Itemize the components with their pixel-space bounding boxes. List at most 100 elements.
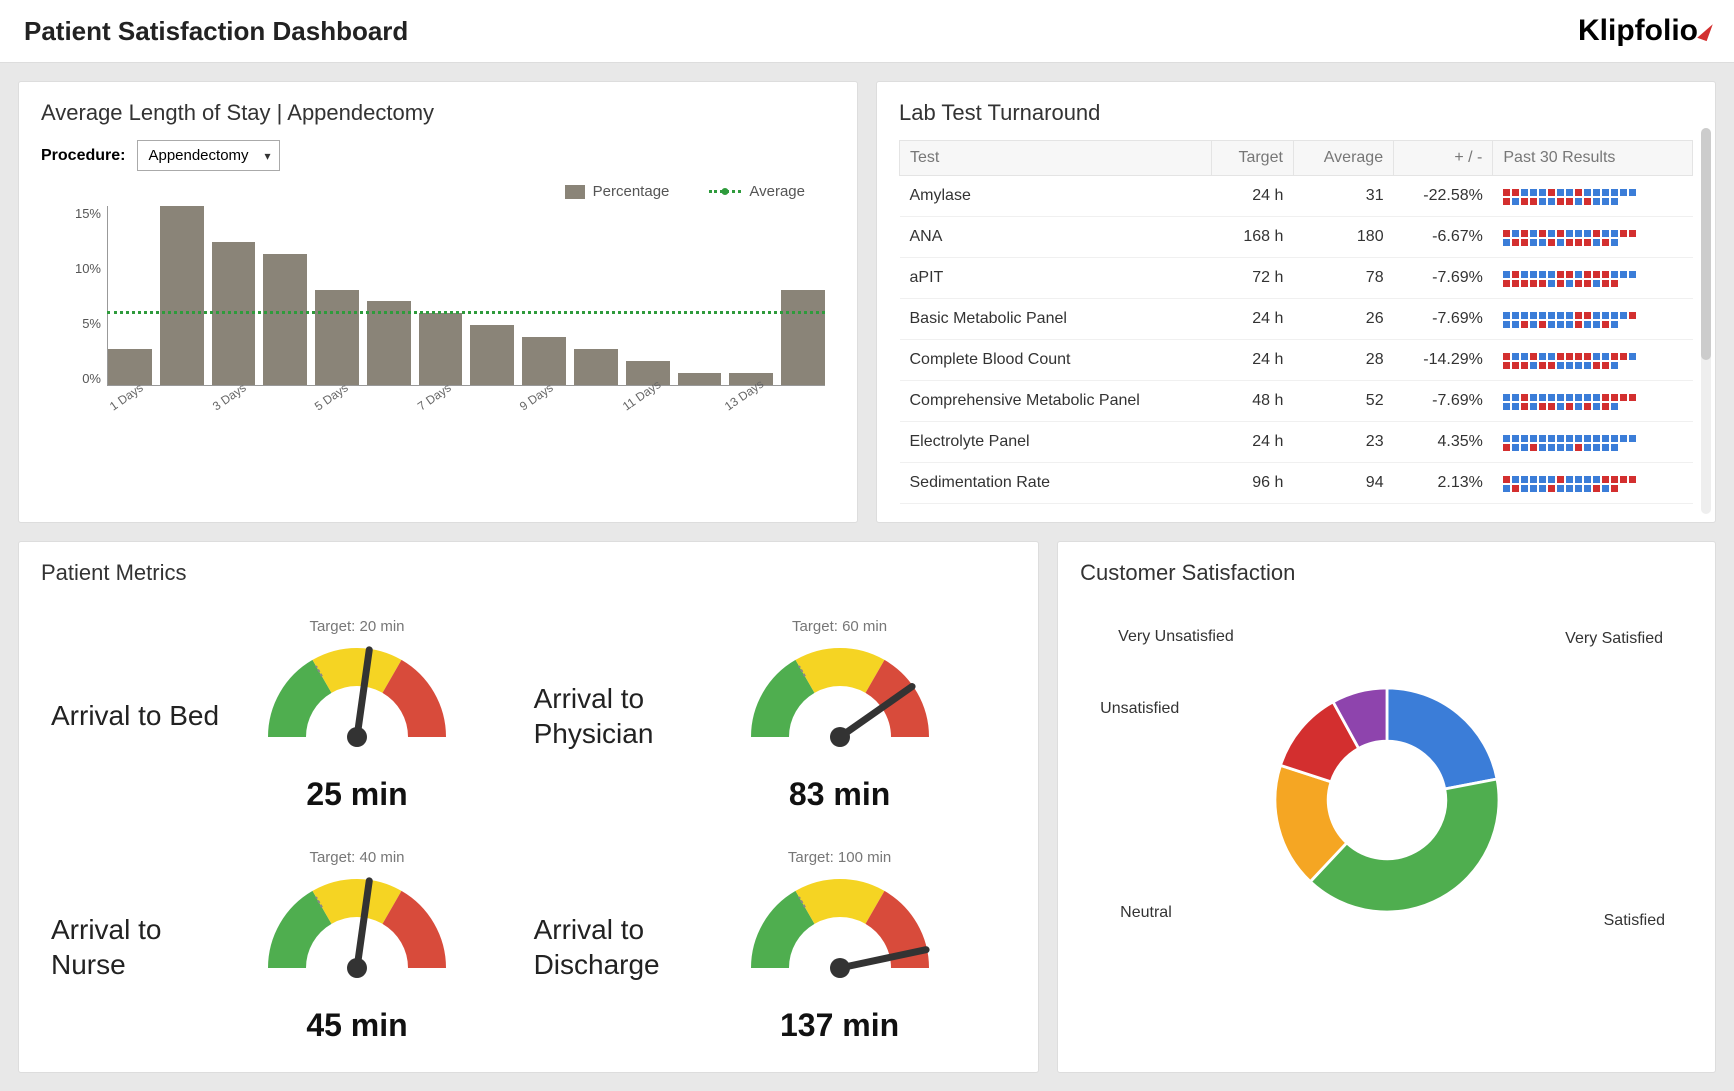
cell-test: Amylase	[900, 176, 1212, 217]
bar	[263, 254, 307, 385]
label-very-unsatisfied: Very Unsatisfied	[1118, 628, 1234, 646]
col-target: Target	[1212, 141, 1294, 176]
cell-target: 24 h	[1212, 340, 1294, 381]
table-row: Sedimentation Rate 96 h 94 2.13%	[900, 463, 1693, 504]
cell-test: Comprehensive Metabolic Panel	[900, 381, 1212, 422]
bar	[160, 206, 204, 385]
cell-test: Sedimentation Rate	[900, 463, 1212, 504]
bar	[315, 290, 359, 385]
card-patient-metrics: Patient Metrics Arrival to Bed Target: 2…	[18, 541, 1039, 1073]
gauge: Arrival to Nurse Target: 40 min 45 min	[51, 849, 524, 1044]
cell-delta: 4.35%	[1394, 422, 1493, 463]
legend-average: Average	[709, 183, 805, 200]
brand-logo: Klipfolio	[1578, 14, 1710, 48]
donut-wrap: Very Unsatisfied Very Satisfied Unsatisf…	[1080, 600, 1693, 1000]
y-axis: 15%10%5%0%	[51, 206, 101, 386]
gauge-target: Target: 100 min	[730, 849, 950, 866]
gauge-icon	[247, 868, 467, 998]
cell-avg: 31	[1293, 176, 1393, 217]
cell-test: ANA	[900, 217, 1212, 258]
gauge-value: 137 min	[730, 1007, 950, 1044]
gauge-icon	[247, 637, 467, 767]
bar	[781, 290, 825, 385]
gauge-label: Arrival to Physician	[534, 681, 724, 751]
label-neutral: Neutral	[1120, 904, 1172, 922]
card-title: Customer Satisfaction	[1080, 560, 1693, 586]
table-row: Electrolyte Panel 24 h 23 4.35%	[900, 422, 1693, 463]
cell-delta: -6.67%	[1394, 217, 1493, 258]
table-row: aPIT 72 h 78 -7.69%	[900, 258, 1693, 299]
card-length-of-stay: Average Length of Stay | Appendectomy Pr…	[18, 81, 858, 523]
card-title: Lab Test Turnaround	[899, 100, 1693, 126]
cell-delta: 2.13%	[1394, 463, 1493, 504]
card-customer-satisfaction: Customer Satisfaction Very Unsatisfied V…	[1057, 541, 1716, 1073]
average-line	[107, 311, 825, 314]
gauge-icon	[730, 868, 950, 998]
gauge-target: Target: 60 min	[730, 618, 950, 635]
cell-delta: -7.69%	[1394, 299, 1493, 340]
cell-test: Electrolyte Panel	[900, 422, 1212, 463]
cell-avg: 78	[1293, 258, 1393, 299]
gauge-value: 45 min	[247, 1007, 467, 1044]
cell-avg: 28	[1293, 340, 1393, 381]
card-title: Patient Metrics	[41, 560, 1016, 586]
cell-spark	[1493, 258, 1693, 299]
brand-triangle-icon	[1697, 21, 1713, 41]
label-very-satisfied: Very Satisfied	[1565, 630, 1663, 648]
table-scrollbar[interactable]	[1701, 128, 1711, 514]
cell-avg: 52	[1293, 381, 1393, 422]
gauges-grid: Arrival to Bed Target: 20 min 25 min Arr…	[41, 600, 1016, 1054]
cell-target: 72 h	[1212, 258, 1294, 299]
legend-percentage: Percentage	[565, 183, 670, 200]
gauge-label: Arrival to Bed	[51, 698, 241, 733]
page-title: Patient Satisfaction Dashboard	[24, 16, 408, 47]
cell-spark	[1493, 463, 1693, 504]
table-row: Amylase 24 h 31 -22.58%	[900, 176, 1693, 217]
label-unsatisfied: Unsatisfied	[1100, 700, 1179, 718]
gauge-icon	[730, 637, 950, 767]
cell-spark	[1493, 217, 1693, 258]
procedure-select[interactable]: Appendectomy	[137, 140, 279, 171]
cell-delta: -7.69%	[1394, 258, 1493, 299]
table-row: Basic Metabolic Panel 24 h 26 -7.69%	[900, 299, 1693, 340]
cell-delta: -7.69%	[1394, 381, 1493, 422]
cell-test: aPIT	[900, 258, 1212, 299]
cell-delta: -14.29%	[1394, 340, 1493, 381]
label-satisfied: Satisfied	[1604, 912, 1665, 930]
col-spark: Past 30 Results	[1493, 141, 1693, 176]
row-two: Patient Metrics Arrival to Bed Target: 2…	[18, 541, 1716, 1073]
bar-chart: 15%10%5%0% 1 Days3 Days5 Days7 Days9 Day…	[51, 206, 825, 426]
cell-spark	[1493, 381, 1693, 422]
gauge-value: 83 min	[730, 776, 950, 813]
col-delta: + / -	[1394, 141, 1493, 176]
dashboard-grid: Average Length of Stay | Appendectomy Pr…	[0, 63, 1734, 1091]
legend-square-icon	[565, 185, 585, 199]
cell-target: 24 h	[1212, 422, 1294, 463]
chart-legend: Percentage Average	[41, 183, 805, 200]
gauge-label: Arrival to Discharge	[534, 912, 724, 982]
gauge-label: Arrival to Nurse	[51, 912, 241, 982]
cell-avg: 26	[1293, 299, 1393, 340]
gauge: Arrival to Physician Target: 60 min 83 m…	[534, 618, 1007, 813]
table-row: Complete Blood Count 24 h 28 -14.29%	[900, 340, 1693, 381]
procedure-label: Procedure:	[41, 147, 125, 165]
donut-slice	[1387, 688, 1497, 789]
lab-table: Test Target Average + / - Past 30 Result…	[899, 140, 1693, 504]
cell-avg: 94	[1293, 463, 1393, 504]
x-axis: 1 Days3 Days5 Days7 Days9 Days11 Days13 …	[107, 388, 825, 426]
cell-spark	[1493, 422, 1693, 463]
legend-line-icon	[709, 190, 741, 193]
cell-test: Complete Blood Count	[900, 340, 1212, 381]
gauge: Arrival to Discharge Target: 100 min 137…	[534, 849, 1007, 1044]
cell-target: 24 h	[1212, 176, 1294, 217]
procedure-row: Procedure: Appendectomy	[41, 140, 835, 171]
col-test: Test	[900, 141, 1212, 176]
cell-spark	[1493, 340, 1693, 381]
donut-chart	[1247, 660, 1527, 940]
cell-spark	[1493, 176, 1693, 217]
bars	[107, 206, 825, 386]
table-row: ANA 168 h 180 -6.67%	[900, 217, 1693, 258]
gauge-target: Target: 20 min	[247, 618, 467, 635]
cell-avg: 180	[1293, 217, 1393, 258]
gauge-value: 25 min	[247, 776, 467, 813]
